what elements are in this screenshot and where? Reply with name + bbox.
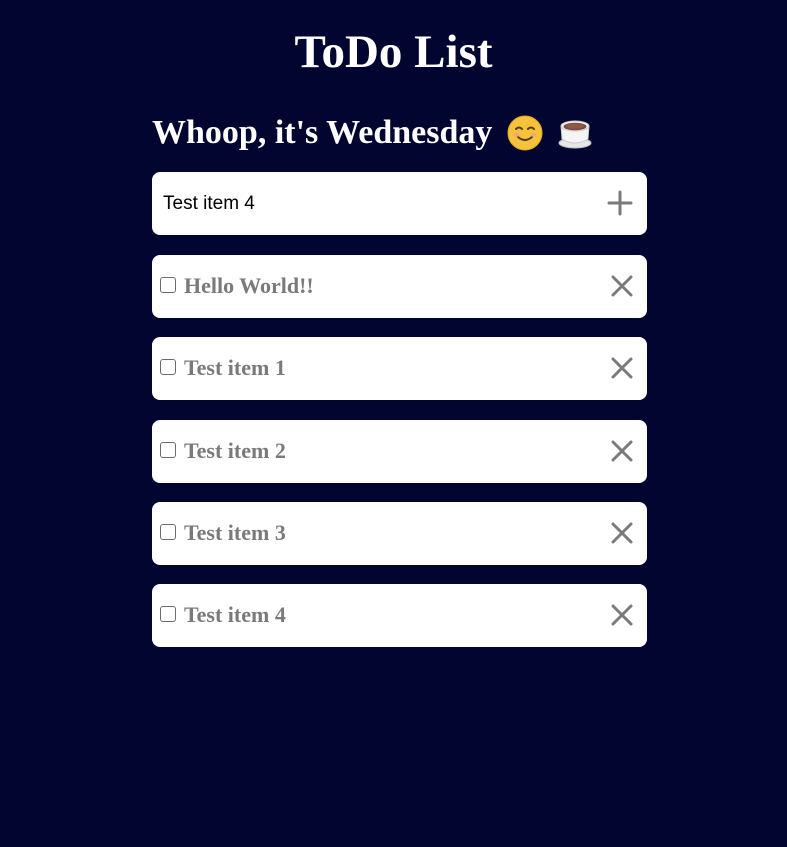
greeting-text: Whoop, it's Wednesday bbox=[152, 114, 493, 151]
todo-item: Test item 4 bbox=[152, 584, 647, 648]
close-icon bbox=[611, 275, 633, 297]
app-title: ToDo List bbox=[294, 26, 493, 78]
delete-item-button[interactable] bbox=[609, 520, 635, 546]
todo-checkbox[interactable] bbox=[160, 359, 176, 376]
close-icon bbox=[611, 522, 633, 544]
delete-item-button[interactable] bbox=[609, 273, 635, 299]
todo-checkbox[interactable] bbox=[160, 606, 176, 623]
todo-item: Test item 1 bbox=[152, 337, 647, 401]
close-icon bbox=[611, 440, 633, 462]
greeting-heading: Whoop, it's Wednesday bbox=[152, 108, 594, 158]
todo-text: Test item 4 bbox=[184, 602, 286, 628]
add-item-button[interactable] bbox=[605, 188, 635, 218]
todo-text: Test item 1 bbox=[184, 355, 286, 381]
hot-beverage-icon bbox=[556, 114, 594, 152]
todo-list: Hello World!! Test item 1 Test item 2 Te… bbox=[152, 255, 647, 666]
todo-item: Test item 2 bbox=[152, 419, 647, 483]
new-item-card bbox=[152, 172, 647, 235]
todo-text: Test item 3 bbox=[184, 519, 286, 545]
delete-item-button[interactable] bbox=[609, 355, 635, 381]
todo-item: Test item 3 bbox=[152, 501, 647, 565]
plus-icon bbox=[607, 190, 633, 216]
new-item-input[interactable] bbox=[163, 184, 583, 224]
delete-item-button[interactable] bbox=[609, 602, 635, 628]
todo-text: Hello World!! bbox=[184, 273, 314, 298]
smiling-face-icon bbox=[506, 114, 544, 152]
todo-checkbox[interactable] bbox=[160, 441, 176, 458]
todo-text: Test item 2 bbox=[184, 437, 286, 463]
todo-item: Hello World!! bbox=[152, 255, 647, 318]
close-icon bbox=[611, 604, 633, 626]
todo-checkbox[interactable] bbox=[160, 523, 176, 540]
close-icon bbox=[611, 357, 633, 379]
delete-item-button[interactable] bbox=[609, 438, 635, 464]
todo-checkbox[interactable] bbox=[160, 277, 176, 293]
